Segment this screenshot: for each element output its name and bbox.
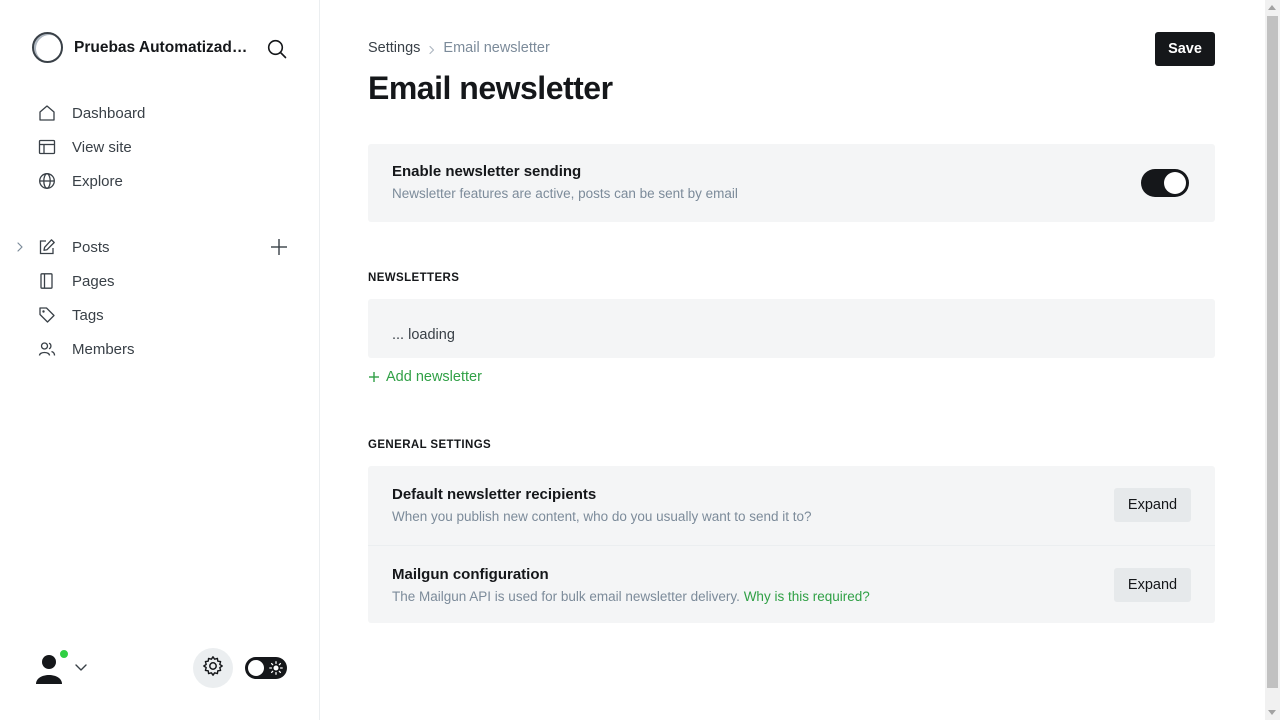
save-button[interactable]: Save bbox=[1155, 32, 1215, 66]
home-icon bbox=[38, 104, 56, 122]
default-recipients-expand-button[interactable]: Expand bbox=[1114, 488, 1191, 522]
enable-newsletter-toggle[interactable] bbox=[1141, 169, 1189, 197]
nav-item-members[interactable]: Members bbox=[0, 332, 320, 366]
members-icon bbox=[38, 340, 56, 358]
primary-nav: Dashboard View site Explore bbox=[0, 96, 320, 198]
mailgun-configuration-row: Mailgun configuration The Mailgun API is… bbox=[368, 545, 1215, 623]
gear-icon bbox=[202, 655, 224, 682]
newsletters-loading: ... loading bbox=[392, 327, 455, 343]
breadcrumb: Settings Email newsletter bbox=[368, 40, 550, 56]
nav-item-dashboard[interactable]: Dashboard bbox=[0, 96, 320, 130]
nav-item-posts[interactable]: Posts bbox=[0, 230, 320, 264]
search-icon[interactable] bbox=[266, 38, 288, 60]
breadcrumb-settings-link[interactable]: Settings bbox=[368, 40, 420, 56]
breadcrumb-current: Email newsletter bbox=[443, 40, 550, 56]
add-newsletter-label: Add newsletter bbox=[386, 369, 482, 385]
nav-label: Explore bbox=[72, 172, 123, 190]
nav-label: Dashboard bbox=[72, 104, 146, 122]
globe-icon bbox=[38, 172, 56, 190]
nav-label: Posts bbox=[72, 238, 110, 256]
page-scrollbar[interactable] bbox=[1265, 0, 1280, 720]
plus-icon bbox=[368, 371, 380, 383]
pen-icon bbox=[38, 238, 56, 256]
enable-newsletter-title: Enable newsletter sending bbox=[392, 163, 582, 180]
nav-label: Members bbox=[72, 340, 135, 358]
layout-icon bbox=[38, 138, 56, 156]
content-nav: Posts Pages Tags Members bbox=[0, 230, 320, 366]
user-menu[interactable] bbox=[32, 649, 88, 684]
sun-icon bbox=[269, 661, 283, 675]
mailgun-description: The Mailgun API is used for bulk email n… bbox=[392, 589, 740, 604]
newsletters-section-label: NEWSLETTERS bbox=[368, 272, 460, 284]
mailgun-title: Mailgun configuration bbox=[392, 566, 549, 583]
theme-toggle[interactable] bbox=[245, 657, 287, 679]
general-settings-group: Default newsletter recipients When you p… bbox=[368, 466, 1215, 623]
nav-item-tags[interactable]: Tags bbox=[0, 298, 320, 332]
nav-item-explore[interactable]: Explore bbox=[0, 164, 320, 198]
enable-newsletter-description: Newsletter features are active, posts ca… bbox=[392, 186, 738, 201]
page-title: Email newsletter bbox=[368, 70, 613, 106]
default-recipients-title: Default newsletter recipients bbox=[392, 486, 597, 503]
chevron-right-icon[interactable] bbox=[14, 240, 26, 254]
default-recipients-description: When you publish new content, who do you… bbox=[392, 509, 812, 524]
general-settings-section-label: GENERAL SETTINGS bbox=[368, 439, 492, 451]
default-recipients-row: Default newsletter recipients When you p… bbox=[368, 466, 1215, 545]
settings-button[interactable] bbox=[193, 648, 233, 688]
mailgun-expand-button[interactable]: Expand bbox=[1114, 568, 1191, 602]
chevron-right-icon bbox=[427, 43, 437, 55]
tag-icon bbox=[38, 306, 56, 324]
nav-label: Pages bbox=[72, 272, 115, 290]
online-status-dot bbox=[59, 649, 69, 659]
theme-toggle-knob bbox=[248, 660, 264, 676]
scroll-up-arrow-icon[interactable] bbox=[1268, 5, 1276, 10]
site-brand[interactable]: Pruebas Automatizadas bbox=[32, 32, 249, 63]
pages-icon bbox=[38, 272, 56, 290]
nav-label: View site bbox=[72, 138, 132, 156]
scrollbar-thumb[interactable] bbox=[1267, 16, 1278, 688]
nav-item-pages[interactable]: Pages bbox=[0, 264, 320, 298]
site-logo bbox=[32, 32, 63, 63]
avatar bbox=[32, 649, 69, 684]
nav-item-view-site[interactable]: View site bbox=[0, 130, 320, 164]
add-newsletter-link[interactable]: Add newsletter bbox=[368, 369, 482, 385]
new-post-plus-icon[interactable] bbox=[269, 237, 289, 257]
enable-newsletter-card: Enable newsletter sending Newsletter fea… bbox=[368, 144, 1215, 222]
sidebar: Pruebas Automatizadas Dashboard View sit… bbox=[0, 0, 320, 720]
newsletters-list: ... loading bbox=[368, 299, 1215, 358]
mailgun-description-line: The Mailgun API is used for bulk email n… bbox=[392, 589, 1191, 604]
toggle-knob bbox=[1164, 172, 1186, 194]
nav-label: Tags bbox=[72, 306, 104, 324]
site-name: Pruebas Automatizadas bbox=[74, 38, 249, 56]
why-required-link[interactable]: Why is this required? bbox=[744, 589, 870, 604]
scroll-down-arrow-icon[interactable] bbox=[1268, 710, 1276, 715]
chevron-down-icon bbox=[74, 660, 88, 674]
